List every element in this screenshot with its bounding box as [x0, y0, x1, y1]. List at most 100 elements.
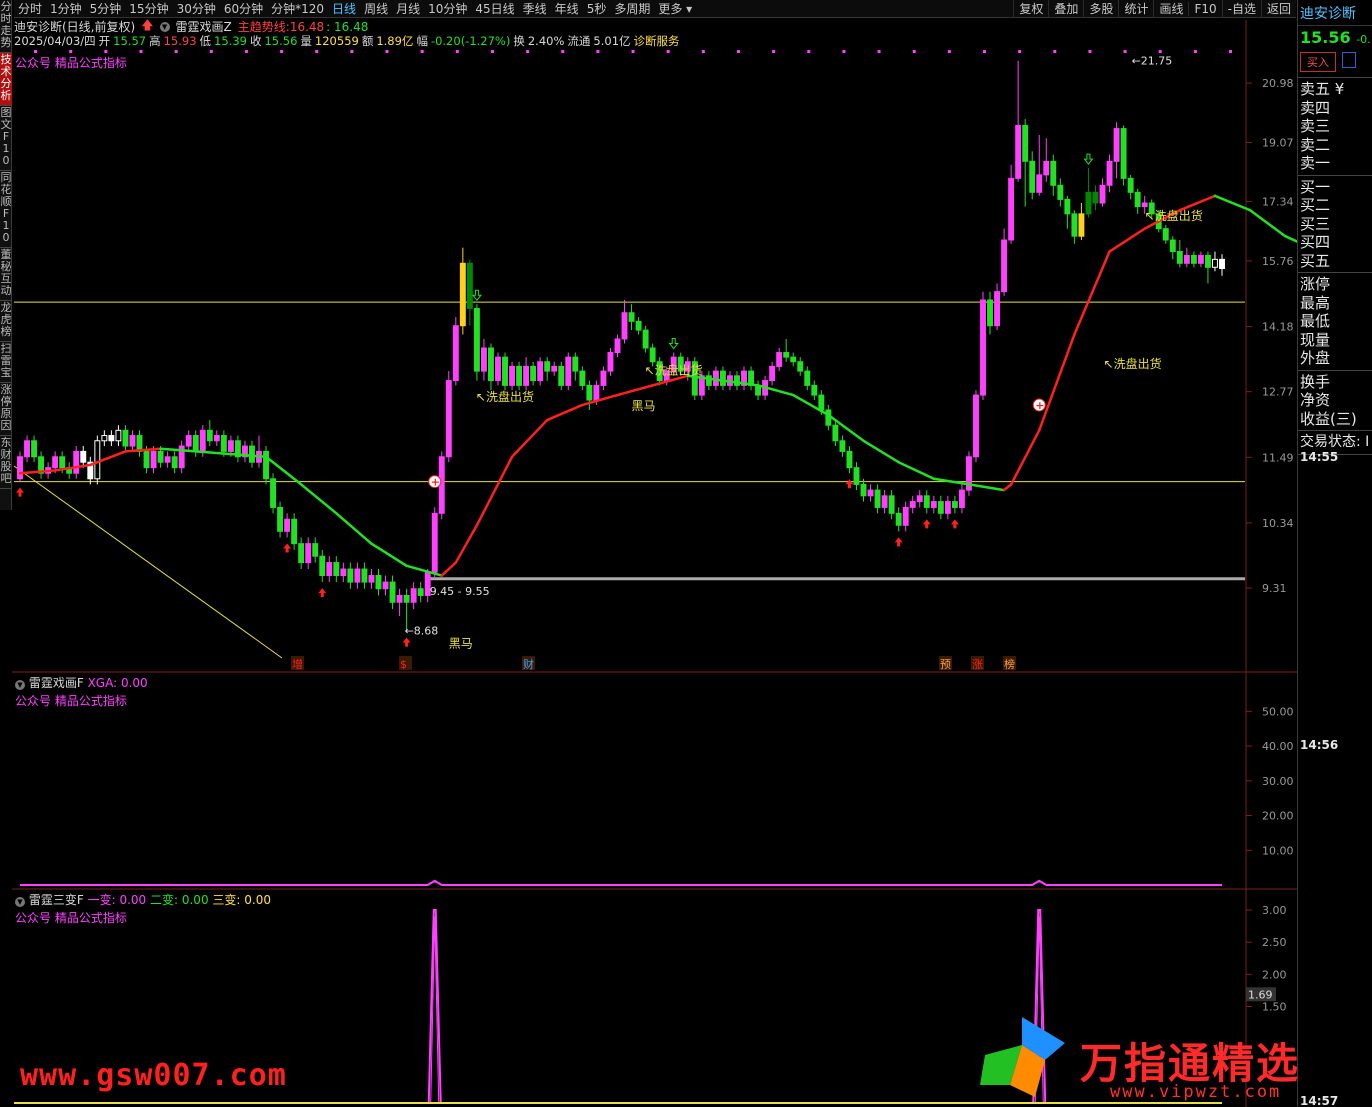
candle-body — [1113, 128, 1120, 162]
signal-dot — [526, 50, 530, 53]
event-tag-2[interactable]: 财 — [523, 657, 534, 671]
plus-circle-icon: + — [1032, 398, 1046, 412]
signal-dot — [772, 50, 776, 53]
watermark-left: www.gsw007.com — [20, 1058, 287, 1093]
buy-arrow-icon — [922, 519, 931, 529]
divider — [1298, 369, 1372, 371]
sub2-name[interactable]: 雷霆三变F — [29, 893, 84, 907]
candle-body — [417, 588, 424, 596]
candle-body — [213, 435, 220, 442]
signal-dot — [947, 50, 951, 53]
candle-body — [129, 435, 136, 447]
candle-body — [1036, 174, 1043, 193]
signal-dot — [280, 50, 284, 53]
candle-body — [199, 429, 206, 452]
sub2-v1-label: 一变: — [87, 893, 116, 907]
candle-body — [818, 394, 825, 411]
candle-body — [642, 329, 649, 349]
main-axis-label: 9.31 — [1262, 582, 1287, 595]
candle-body — [312, 543, 319, 557]
buy-arrow-icon — [16, 487, 24, 497]
black-horse-label-1: 黑马 — [632, 399, 656, 413]
candle-body — [530, 365, 537, 382]
buy-button[interactable]: 买入 — [1300, 52, 1336, 72]
candle-body — [719, 370, 726, 386]
sub2-dropdown-icon[interactable]: ▼ — [15, 897, 25, 907]
signal-dot — [1229, 50, 1233, 53]
event-tag-3[interactable]: 预 — [940, 658, 951, 671]
stat2-0: 换手 — [1300, 372, 1331, 391]
event-tag-5[interactable]: 榜 — [1004, 657, 1015, 671]
candle-body — [495, 356, 501, 382]
signal-dot — [736, 50, 740, 53]
event-tag-1[interactable]: $ — [400, 658, 407, 671]
sub2-axis-label: 2.50 — [1262, 936, 1287, 949]
stat-0: 涨停 — [1300, 275, 1331, 293]
candle-body — [157, 450, 164, 463]
candle-body — [108, 435, 115, 442]
quote-panel-title[interactable]: 迪安诊断 — [1298, 0, 1372, 26]
candle-body — [249, 445, 255, 463]
candle-body — [621, 312, 628, 340]
sub1-dropdown-icon[interactable]: ▼ — [15, 680, 25, 690]
signal-dot — [209, 50, 213, 53]
event-tag-0[interactable]: 增 — [292, 657, 303, 671]
candle-body — [431, 512, 438, 573]
candle-body — [1092, 191, 1099, 204]
candle-body — [951, 501, 958, 508]
candle-body — [452, 325, 459, 382]
candle-body — [270, 478, 277, 508]
candle-body — [1078, 213, 1085, 237]
candle-body — [523, 365, 530, 386]
candle-body — [790, 356, 797, 363]
sell-button[interactable] — [1342, 52, 1356, 68]
candle-body — [874, 489, 881, 508]
candle-body — [1204, 254, 1211, 268]
sell-level-4: 卖一 — [1300, 154, 1331, 172]
candle-body — [73, 450, 80, 474]
candle-body — [382, 581, 389, 590]
main-axis-label: 20.98 — [1262, 77, 1294, 90]
event-tag-4[interactable]: 涨 — [972, 658, 983, 671]
sub1-xga-label: XGA: — [87, 676, 118, 690]
candle-body — [80, 450, 87, 463]
signal-dot — [666, 50, 670, 53]
sub2-axis-label: 1.50 — [1262, 1001, 1287, 1014]
trend-line-segment — [370, 542, 408, 568]
candle-body — [206, 429, 213, 442]
signal-dot — [877, 50, 881, 53]
candle-body — [586, 384, 593, 401]
candle-body — [1015, 124, 1022, 179]
buy-arrow-icon — [283, 543, 292, 553]
buy-level-1: 买二 — [1300, 196, 1331, 214]
divider — [1298, 174, 1372, 176]
candle-body — [600, 370, 607, 386]
sub2-axis-label: 3.00 — [1262, 904, 1287, 917]
stat-4: 外盘 — [1300, 349, 1331, 367]
sub1-name[interactable]: 雷霆戏画F — [29, 676, 84, 690]
candle-body — [480, 347, 487, 372]
candle-body — [776, 352, 783, 367]
candle-body — [473, 307, 480, 372]
signal-dot — [420, 50, 424, 53]
signal-dot — [631, 50, 635, 53]
candle-body — [389, 581, 396, 603]
candle-body — [94, 440, 101, 480]
trend-line-segment — [440, 561, 458, 577]
sub1-header: ▼ 雷霆戏画F XGA: 0.00 — [15, 674, 148, 691]
kline-chart[interactable]: 20.98 19.07 17.34 15.76 14.18 12.77 11.49 10.34… — [0, 0, 1297, 1107]
main-axis-label: 14.18 — [1262, 321, 1294, 334]
candle-body — [1001, 239, 1008, 293]
sub1-xga-value: 0.00 — [120, 676, 148, 690]
sell-level-3: 卖二 — [1300, 135, 1331, 154]
candle-body — [1008, 177, 1015, 241]
signal-dot — [1018, 50, 1022, 53]
trend-line-segment — [454, 524, 479, 564]
candle-body — [832, 424, 839, 442]
wash-label-4: ↖洗盘出货 — [1145, 208, 1203, 223]
buy-arrow-icon — [950, 519, 959, 529]
signal-dot — [1053, 50, 1057, 53]
candle-body — [1099, 184, 1106, 204]
main-axis-label: 15.76 — [1262, 255, 1294, 268]
sub1-axis-label: 10.00 — [1262, 844, 1294, 857]
